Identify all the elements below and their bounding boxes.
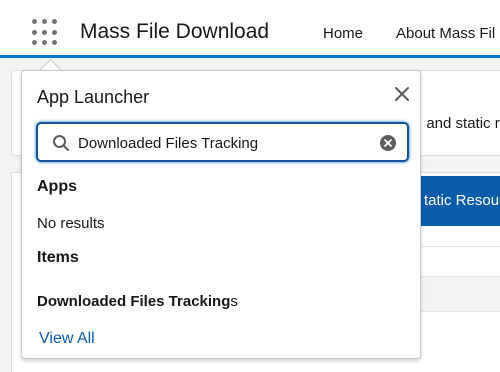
global-header: Mass File Download Home About Mass Fil bbox=[0, 0, 500, 58]
background-card-text: , and static r bbox=[418, 115, 500, 132]
tab-home[interactable]: Home bbox=[323, 25, 363, 42]
item-result-match: Downloaded Files Tracking bbox=[37, 293, 231, 310]
app-launcher-waffle-icon[interactable] bbox=[32, 19, 59, 46]
tab-about-mass-file-download[interactable]: About Mass Fil bbox=[396, 25, 495, 42]
apps-heading: Apps bbox=[37, 178, 77, 195]
close-icon bbox=[395, 87, 409, 101]
search-box bbox=[36, 122, 409, 162]
items-heading: Items bbox=[37, 249, 79, 266]
clear-icon[interactable] bbox=[379, 134, 397, 152]
app-title: Mass File Download bbox=[80, 20, 270, 43]
app-launcher-panel: App Launcher Apps No results Items Downl… bbox=[21, 70, 421, 359]
app-launcher-title: App Launcher bbox=[37, 87, 150, 107]
search-icon bbox=[53, 135, 69, 151]
item-result-rest: s bbox=[230, 293, 238, 310]
view-all-link[interactable]: View All bbox=[39, 330, 95, 348]
background-table-header bbox=[412, 276, 500, 312]
close-button[interactable] bbox=[390, 82, 414, 106]
item-result-downloaded-files-trackings[interactable]: Downloaded Files Trackings bbox=[37, 293, 238, 310]
search-input[interactable] bbox=[78, 130, 368, 156]
apps-no-results: No results bbox=[37, 215, 105, 232]
static-resources-button[interactable]: tatic Resou bbox=[412, 176, 500, 226]
background-divider bbox=[412, 246, 500, 247]
